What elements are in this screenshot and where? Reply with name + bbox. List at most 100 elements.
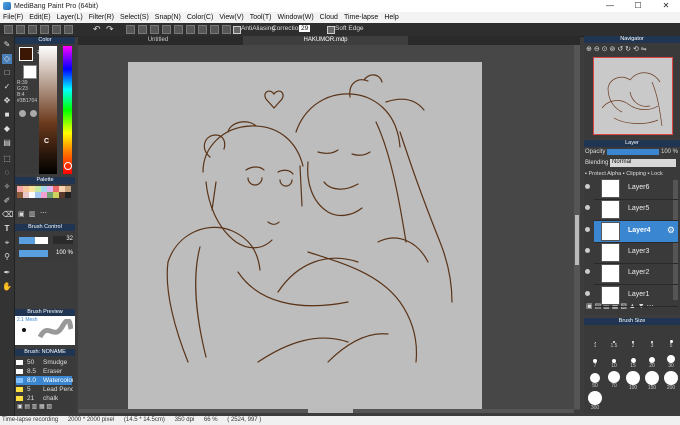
palette-delete-icon[interactable]: ▥ — [29, 210, 36, 218]
select-tool-icon[interactable]: ⬚ — [2, 154, 12, 164]
layer-visibility-icon[interactable] — [585, 290, 590, 296]
brush-size-option[interactable]: 5 — [662, 331, 680, 349]
color-settings-icon[interactable] — [30, 110, 37, 117]
open-file-icon[interactable] — [16, 25, 25, 34]
hue-slider-handle[interactable] — [64, 162, 72, 170]
snap-grid-icon[interactable] — [150, 25, 159, 34]
layer-blending-select[interactable]: Normal — [610, 159, 676, 167]
snap-perspective-icon[interactable] — [198, 25, 207, 34]
rotate-reset-icon[interactable]: ⟲ — [633, 46, 639, 53]
horizontal-scrollbar[interactable] — [78, 409, 574, 413]
palette-menu-icon[interactable]: ⋯ — [40, 209, 47, 217]
zoom-fit-icon[interactable]: ⊙ — [602, 46, 608, 53]
vertical-scrollbar[interactable] — [574, 45, 580, 409]
snap-radial-icon[interactable] — [162, 25, 171, 34]
select-eraser-tool-icon[interactable]: ⌫ — [2, 210, 13, 220]
brush-add-icon[interactable]: ▣ ▤ ▥ ▦ ▧ — [17, 404, 52, 410]
drawing-canvas[interactable] — [128, 62, 482, 409]
clipping-checkbox[interactable]: ▪ — [623, 171, 625, 177]
brush-size-option[interactable]: 50 — [586, 371, 604, 389]
maximize-button[interactable]: ☐ — [624, 0, 652, 12]
brush-size-option[interactable]: 1.5 — [605, 331, 623, 349]
lasso-tool-icon[interactable]: ◌ — [2, 168, 12, 178]
rotate-left-icon[interactable]: ↺ — [617, 46, 623, 53]
transform-icon[interactable] — [52, 25, 61, 34]
zoom-in-icon[interactable]: ⊕ — [586, 46, 592, 53]
menu-file[interactable]: File(F) — [0, 14, 26, 21]
layer-visibility-icon[interactable] — [585, 247, 590, 253]
antialiasing-checkbox[interactable] — [233, 26, 241, 34]
divide-tool-icon[interactable]: ⌖ — [2, 238, 12, 248]
brush-opacity-value[interactable]: 100 % — [50, 250, 73, 258]
zoom-actual-icon[interactable]: ⊚ — [609, 46, 615, 53]
brush-size-option[interactable]: 7 — [586, 351, 604, 369]
minimize-button[interactable]: — — [596, 0, 624, 12]
text-tool-icon[interactable]: T — [2, 224, 12, 234]
brush-size-option[interactable]: 20 — [643, 351, 661, 369]
menu-select[interactable]: Select(S) — [117, 14, 152, 21]
protect-alpha-checkbox[interactable]: ▪ — [585, 171, 587, 177]
color-mode-icon[interactable] — [19, 110, 26, 117]
snap-extra-icon[interactable] — [222, 25, 231, 34]
brush-size-option[interactable]: 1 — [586, 331, 604, 349]
menu-edit[interactable]: Edit(E) — [26, 14, 53, 21]
select-pen-tool-icon[interactable]: ✐ — [2, 196, 12, 206]
menu-filter[interactable]: Filter(R) — [86, 14, 117, 21]
fill-tool-icon[interactable]: ◆ — [2, 124, 12, 134]
saturation-brightness-field[interactable] — [39, 46, 57, 174]
layer-visibility-icon[interactable] — [585, 184, 590, 189]
redo-icon[interactable]: ↷ — [106, 24, 114, 35]
snap-curve-icon[interactable] — [186, 25, 195, 34]
menu-help[interactable]: Help — [381, 14, 401, 21]
snap-circle-icon[interactable] — [174, 25, 183, 34]
gradient-tool-icon[interactable]: ▤ — [2, 138, 12, 148]
zoom-out-icon[interactable]: ⊖ — [594, 46, 600, 53]
snap-off-icon[interactable] — [126, 25, 135, 34]
horizontal-scroll-thumb[interactable] — [308, 409, 353, 413]
brush-size-option[interactable]: 30 — [662, 351, 680, 369]
dot-tool-icon[interactable]: □ — [2, 68, 12, 78]
layer-row[interactable]: Layer2 — [585, 263, 678, 286]
brush-size-option[interactable]: 10 — [605, 351, 623, 369]
close-button[interactable]: ✕ — [652, 0, 680, 12]
lock-checkbox[interactable]: ▪ — [648, 171, 650, 177]
hand-tool-icon[interactable]: ✋ — [2, 282, 12, 292]
palette-add-icon[interactable]: ▣ — [18, 210, 25, 218]
eraser-tool-icon[interactable]: ◇ — [2, 54, 12, 64]
layer-row[interactable]: Layer6 — [585, 178, 678, 200]
menu-color[interactable]: Color(C) — [184, 14, 216, 21]
brush-size-option[interactable]: 300 — [586, 391, 604, 411]
brush-list-item[interactable]: 8.0 Watercolor — [16, 376, 73, 385]
brush-size-option[interactable]: 100 — [624, 371, 642, 391]
brush-list-item[interactable]: 8.5 Eraser — [16, 367, 72, 376]
soft-edge-checkbox[interactable] — [327, 26, 335, 34]
crop-icon[interactable] — [64, 25, 73, 34]
new-file-icon[interactable] — [4, 25, 13, 34]
tab-current-file[interactable]: HAKUMOR.mdp — [243, 36, 408, 45]
rotate-right-icon[interactable]: ↻ — [625, 46, 631, 53]
cloud-icon[interactable] — [28, 25, 37, 34]
layer-visibility-icon[interactable] — [585, 226, 590, 232]
correction-input[interactable]: 29 — [299, 25, 311, 32]
palette-swatch[interactable] — [65, 192, 71, 198]
eyedropper-tool-icon[interactable]: ⚲ — [2, 252, 12, 262]
move-tool-icon[interactable]: ✥ — [2, 96, 12, 106]
menu-cloud[interactable]: Cloud — [317, 14, 341, 21]
brush-size-track[interactable] — [19, 237, 48, 244]
layer-row[interactable]: Layer3 — [585, 242, 678, 264]
check-tool-icon[interactable]: ✓ — [2, 82, 12, 92]
canvas-area[interactable] — [78, 45, 580, 413]
flip-icon[interactable]: ⇋ — [641, 46, 647, 53]
menu-view[interactable]: View(V) — [216, 14, 246, 21]
layer-row[interactable]: Layer1 — [585, 285, 678, 307]
layer-row[interactable]: Layer4 ⚙ — [585, 220, 678, 243]
layer-settings-icon[interactable]: ⚙ — [667, 225, 675, 236]
snap-settings-icon[interactable] — [210, 25, 219, 34]
brush-tool-icon[interactable]: ✎ — [2, 40, 12, 50]
new-layer-icon[interactable]: ▣ — [586, 303, 593, 310]
brush-size-value[interactable]: 32 — [53, 236, 73, 244]
save-icon[interactable] — [40, 25, 49, 34]
menu-snap[interactable]: Snap(N) — [152, 14, 184, 21]
layer-opacity-value[interactable]: 100 % — [661, 149, 678, 155]
brush-list-item[interactable]: 5 Lead Pencil — [16, 385, 73, 394]
